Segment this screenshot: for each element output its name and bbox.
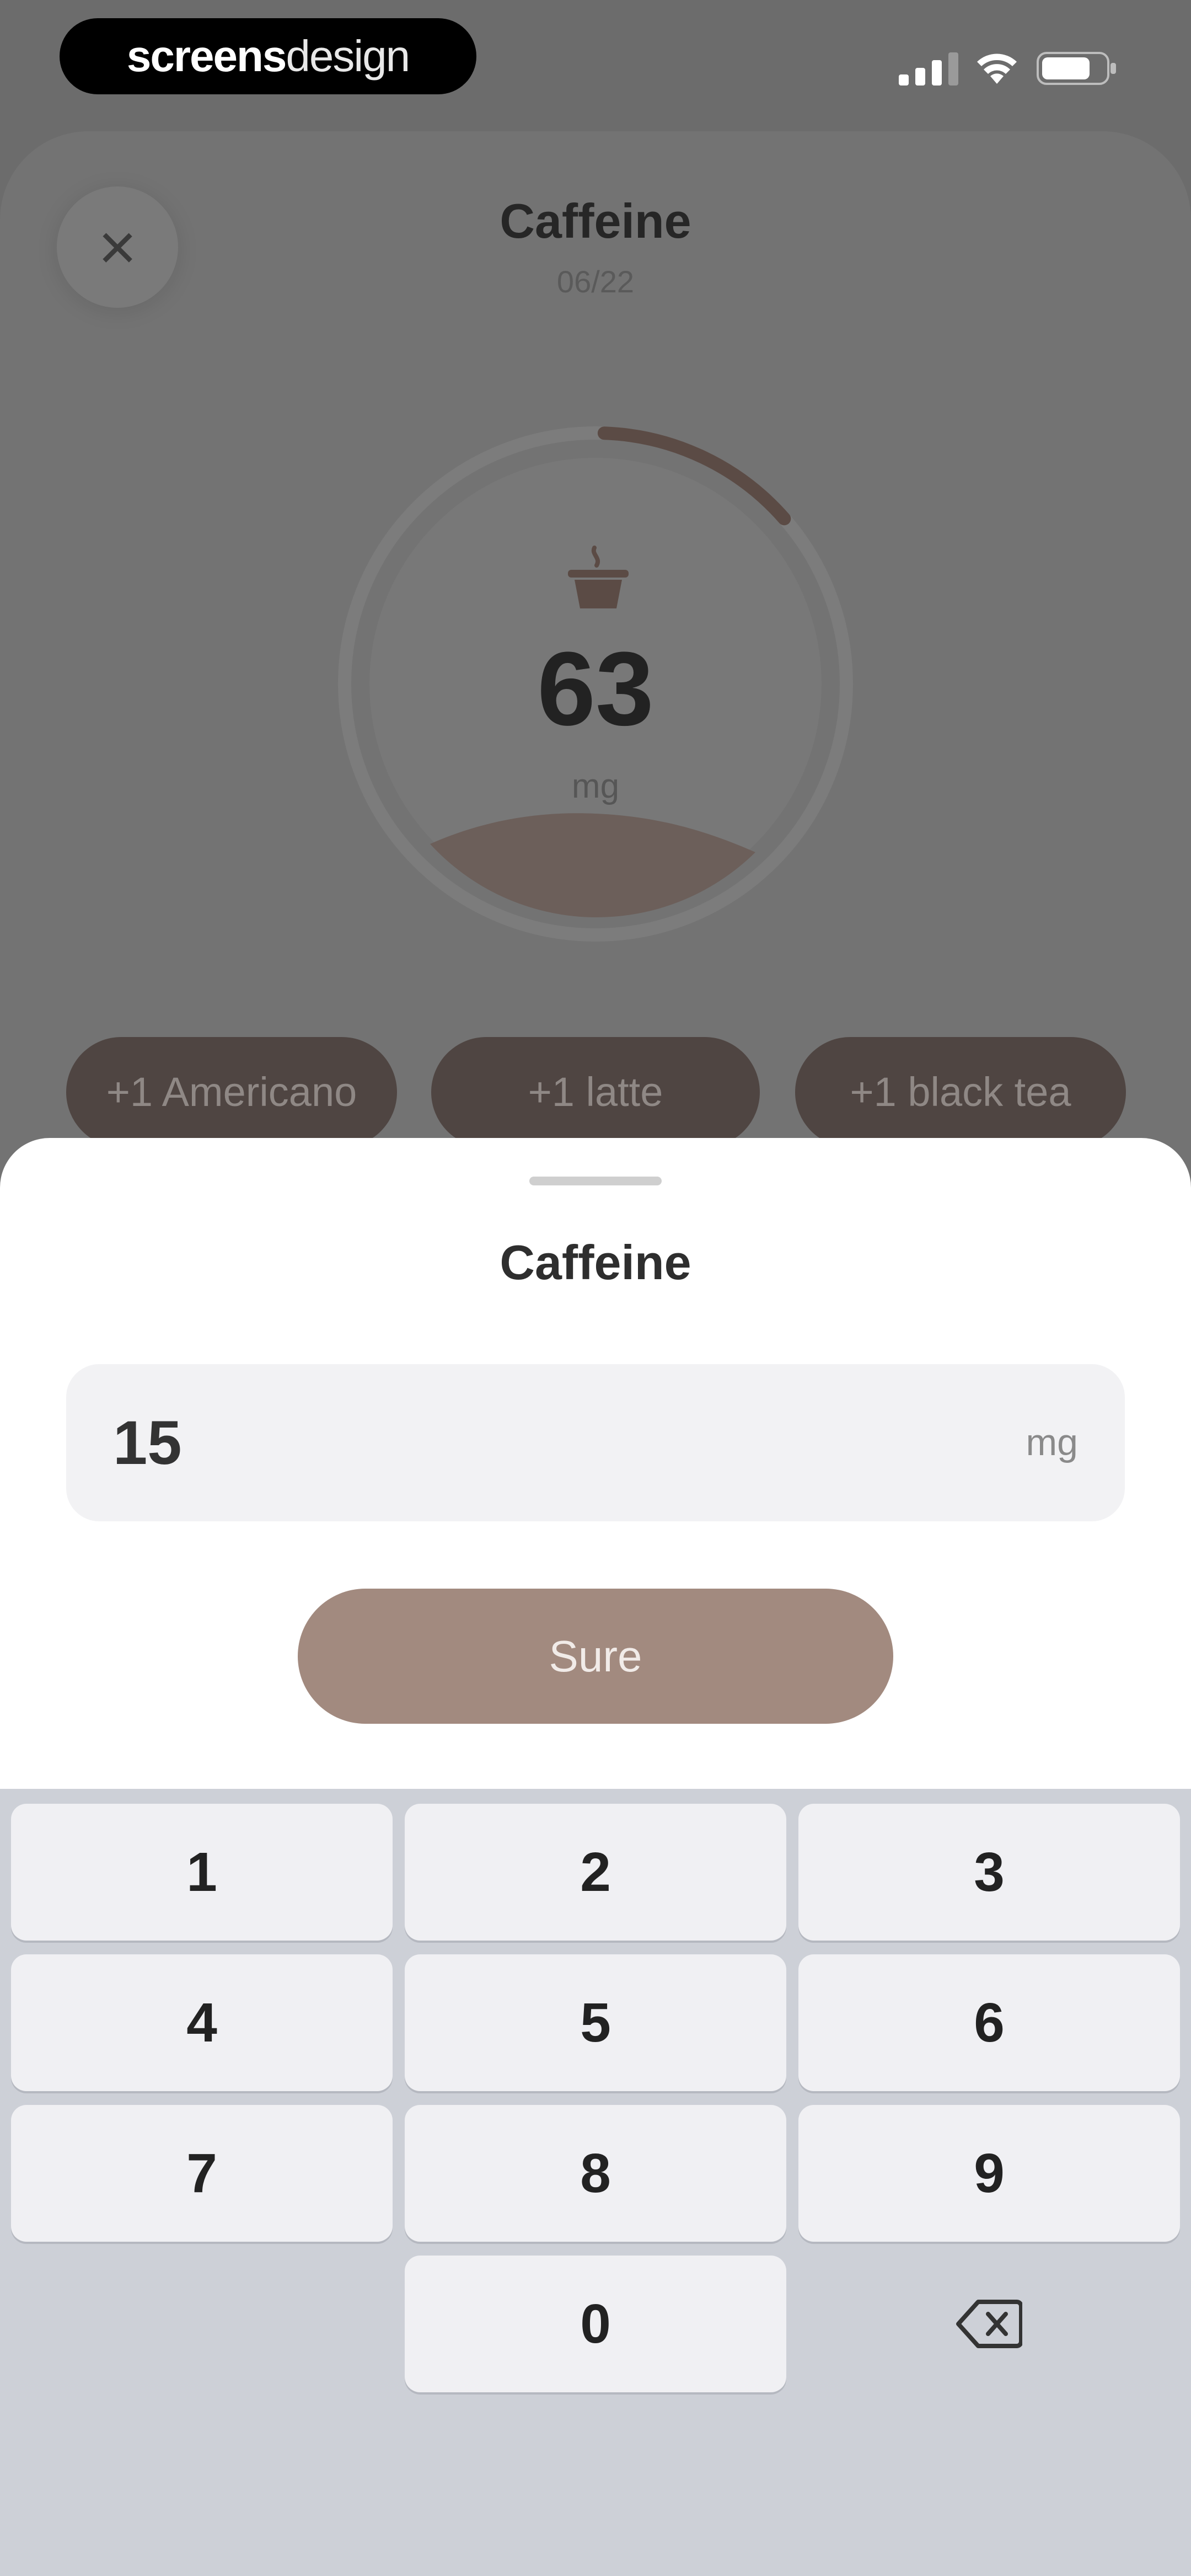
numeric-keypad: 1 2 3 4 5 6 7 8 9 0 [0, 1789, 1191, 2576]
amount-unit: mg [1026, 1421, 1078, 1463]
key-6[interactable]: 6 [798, 1954, 1180, 2091]
key-2[interactable]: 2 [405, 1804, 786, 1941]
battery-icon [1037, 52, 1116, 85]
brand-logo: screensdesign [60, 18, 476, 94]
quick-add-latte-button[interactable]: +1 latte [431, 1037, 760, 1147]
quick-add-americano-button[interactable]: +1 Americano [66, 1037, 397, 1147]
wifi-icon [977, 54, 1017, 84]
caffeine-total-value: 63 [537, 630, 654, 747]
brand-logo-part2: design [286, 31, 410, 81]
amount-value: 15 [113, 1408, 182, 1477]
key-8[interactable]: 8 [405, 2105, 786, 2242]
status-bar: screensdesign [0, 0, 1191, 116]
cellular-signal-icon [899, 52, 958, 85]
page-date: 06/22 [556, 264, 635, 299]
key-4[interactable]: 4 [11, 1954, 393, 2091]
sheet-title: Caffeine [500, 1235, 691, 1290]
backspace-icon [956, 2300, 1022, 2348]
sheet-drag-handle[interactable] [529, 1177, 662, 1185]
quick-add-black-tea-button[interactable]: +1 black tea [795, 1037, 1126, 1147]
key-1[interactable]: 1 [11, 1804, 393, 1941]
key-9[interactable]: 9 [798, 2105, 1180, 2242]
key-5[interactable]: 5 [405, 1954, 786, 2091]
key-3[interactable]: 3 [798, 1804, 1180, 1941]
caffeine-amount-input[interactable]: 15 mg [66, 1364, 1125, 1521]
coffee-cup-icon [568, 546, 629, 608]
key-7[interactable]: 7 [11, 2105, 393, 2242]
key-0[interactable]: 0 [405, 2256, 786, 2392]
page-title: Caffeine [500, 194, 691, 248]
backspace-key[interactable] [798, 2256, 1180, 2392]
caffeine-total-unit: mg [571, 767, 620, 805]
sure-button[interactable]: Sure [298, 1589, 893, 1724]
brand-logo-part1: screens [126, 31, 287, 81]
